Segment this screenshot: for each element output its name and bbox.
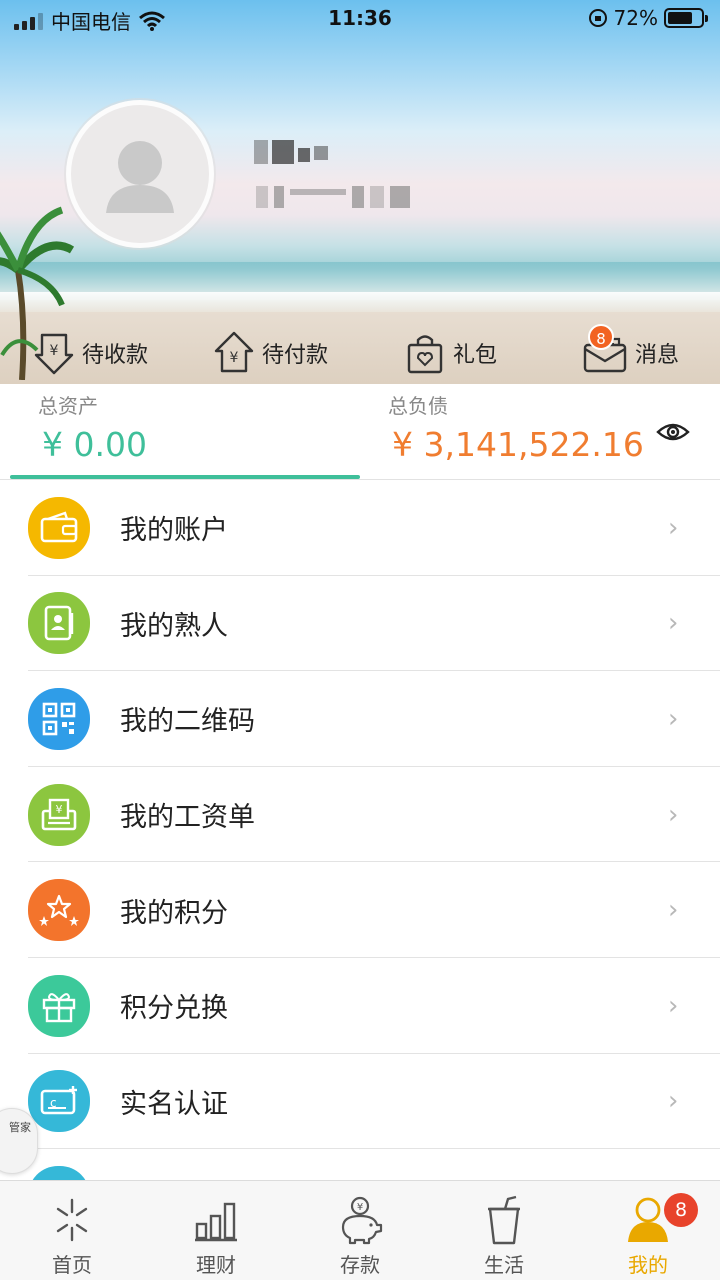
- pay-yen-icon: ¥: [214, 331, 254, 373]
- tab-label: 首页: [52, 1253, 92, 1277]
- menu-item-contacts[interactable]: 我的熟人 ›: [0, 576, 720, 672]
- assets-label: 总资产: [38, 394, 98, 418]
- home-icon: [56, 1198, 88, 1242]
- chevron-right-icon: ›: [668, 895, 679, 926]
- quick-pay[interactable]: ¥ 待付款: [180, 322, 360, 384]
- tab-deposit[interactable]: ¥ 存款: [288, 1181, 432, 1280]
- assets-value: ¥ 0.00: [42, 425, 147, 464]
- chart-icon: [195, 1202, 237, 1242]
- quick-gift[interactable]: 礼包: [360, 322, 540, 384]
- wallet-icon: [28, 496, 90, 559]
- gift-box-icon: [28, 974, 90, 1037]
- quick-pay-label: 待付款: [261, 343, 328, 368]
- menu-item-qr-code[interactable]: 我的二维码 ›: [0, 671, 720, 767]
- payslip-icon: ¥: [28, 783, 90, 846]
- chevron-right-icon: ›: [668, 799, 679, 830]
- menu-item-label: 我的账户: [120, 515, 228, 547]
- chevron-right-icon: ›: [668, 608, 679, 639]
- menu-item-points-exchange[interactable]: 积分兑换 ›: [0, 958, 720, 1054]
- quick-message-label: 消息: [634, 343, 679, 368]
- debt-label: 总负债: [388, 394, 448, 418]
- qr-code-icon: [28, 687, 90, 750]
- tab-badge: 8: [664, 1193, 698, 1227]
- tab-mine[interactable]: 8 我的: [576, 1181, 720, 1280]
- id-card-icon: c: [28, 1070, 90, 1133]
- svg-text:¥: ¥: [357, 1202, 363, 1213]
- receive-yen-icon: ¥: [34, 333, 74, 375]
- stars-icon: [28, 879, 90, 942]
- floating-helper-label: 管家: [9, 1121, 31, 1134]
- svg-text:¥: ¥: [50, 343, 59, 359]
- active-tab-indicator: [10, 475, 360, 479]
- gift-bag-icon: [407, 335, 443, 374]
- assets-block[interactable]: 总资产 ¥ 0.00: [38, 390, 147, 464]
- tab-finance[interactable]: 理财: [144, 1181, 288, 1280]
- battery-percent: 72%: [613, 6, 658, 30]
- quick-receive[interactable]: ¥ 待收款: [0, 322, 180, 384]
- profile-icon: [628, 1197, 668, 1242]
- rotation-lock-icon: [588, 9, 607, 27]
- user-name-blurred: [254, 140, 328, 164]
- menu-item-label: 积分兑换: [120, 993, 228, 1025]
- tab-label: 我的: [628, 1253, 668, 1277]
- menu-item-label: 我的积分: [120, 897, 228, 929]
- svg-text:¥: ¥: [230, 350, 239, 366]
- menu-item-label: 我的二维码: [120, 706, 255, 738]
- menu-item-label: 实名认证: [120, 1088, 228, 1120]
- avatar[interactable]: [66, 100, 214, 248]
- tab-label: 生活: [484, 1253, 524, 1277]
- profile-header: 中国电信 11:36 72% ¥ 待收款 ¥ 待付款 礼包 8 消息: [0, 0, 720, 384]
- floating-helper-button[interactable]: 管家: [0, 1108, 38, 1174]
- user-account-blurred: [256, 186, 410, 208]
- cup-icon: [488, 1195, 520, 1245]
- bottom-tab-bar: 首页 理财 ¥ 存款 生活 8 我的: [0, 1180, 720, 1280]
- chevron-right-icon: ›: [668, 703, 679, 734]
- debt-block[interactable]: 总负债 ¥ 3,141,522.16: [388, 390, 644, 464]
- menu-item-verification[interactable]: c 实名认证 ›: [0, 1054, 720, 1150]
- menu-list: 我的账户 › 我的熟人 › 我的二维码 › ¥ 我的工资单 › 我的积分 › 积…: [0, 480, 720, 1150]
- balance-summary: 总资产 ¥ 0.00 总负债 ¥ 3,141,522.16: [0, 384, 720, 480]
- chevron-right-icon: ›: [668, 512, 679, 543]
- menu-item-account[interactable]: 我的账户 ›: [0, 480, 720, 576]
- tab-label: 理财: [196, 1253, 236, 1277]
- chevron-right-icon: ›: [668, 990, 679, 1021]
- tab-label: 存款: [340, 1253, 380, 1277]
- chevron-right-icon: ›: [668, 1086, 679, 1117]
- message-badge: 8: [588, 324, 614, 350]
- tab-life[interactable]: 生活: [432, 1181, 576, 1280]
- tab-home[interactable]: 首页: [0, 1181, 144, 1280]
- svg-text:¥: ¥: [56, 803, 63, 816]
- quick-receive-label: 待收款: [81, 343, 148, 368]
- menu-item-points[interactable]: 我的积分 ›: [0, 862, 720, 958]
- contacts-icon: [28, 592, 90, 655]
- menu-item-payslip[interactable]: ¥ 我的工资单 ›: [0, 767, 720, 863]
- wave-foam: [0, 292, 720, 314]
- user-silhouette-icon: [106, 141, 174, 213]
- piggy-bank-icon: ¥: [341, 1196, 383, 1245]
- status-bar: 中国电信 11:36 72%: [0, 0, 720, 36]
- menu-item-partial[interactable]: [0, 1148, 720, 1182]
- quick-gift-label: 礼包: [452, 343, 497, 368]
- quick-message[interactable]: 8 消息: [540, 322, 720, 384]
- battery-icon: [664, 8, 708, 28]
- quick-actions: ¥ 待收款 ¥ 待付款 礼包 8 消息: [0, 322, 720, 384]
- menu-item-label: 我的工资单: [120, 802, 255, 834]
- eye-icon[interactable]: [656, 420, 690, 444]
- debt-value: ¥ 3,141,522.16: [392, 425, 644, 464]
- menu-item-label: 我的熟人: [120, 610, 228, 642]
